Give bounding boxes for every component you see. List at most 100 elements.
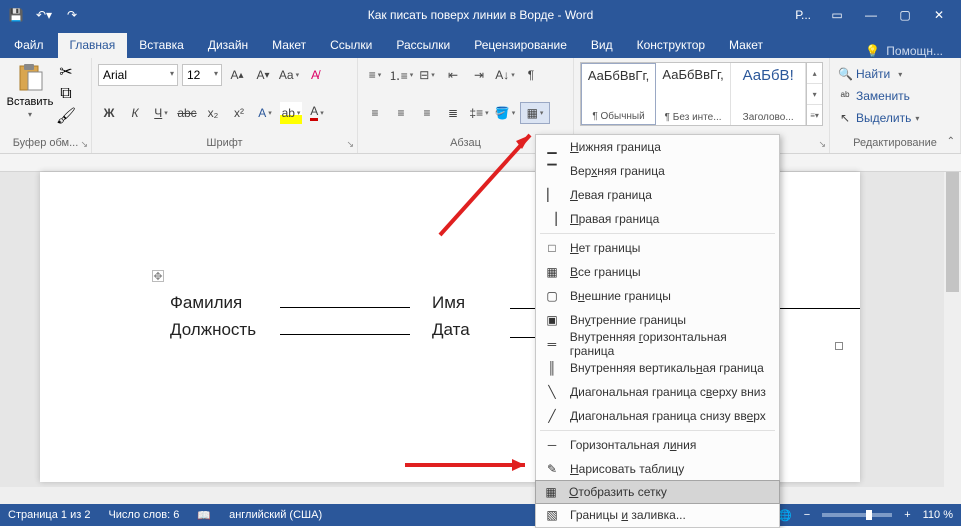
- font-launcher[interactable]: ↘: [346, 139, 354, 150]
- tab-references[interactable]: Ссылки: [318, 33, 384, 58]
- align-right-button[interactable]: ≡: [416, 102, 438, 124]
- strike-button[interactable]: abc: [176, 102, 198, 124]
- border-menu-item[interactable]: ▔Верхняя граница: [536, 159, 779, 183]
- format-painter-button[interactable]: 🖌: [56, 106, 76, 126]
- indent-button[interactable]: ⇥: [468, 64, 490, 86]
- border-menu-item[interactable]: ▁Нижняя граница: [536, 135, 779, 159]
- styles-more[interactable]: ≡▾: [807, 105, 822, 125]
- border-menu-item[interactable]: ▢Внешние границы: [536, 284, 779, 308]
- tab-tools-layout[interactable]: Макет: [717, 33, 775, 58]
- zoom-in-button[interactable]: +: [904, 509, 910, 521]
- multilevel-button[interactable]: ⊟: [416, 64, 438, 86]
- word-count[interactable]: Число слов: 6: [108, 509, 179, 521]
- border-menu-item[interactable]: ▦Все границы: [536, 260, 779, 284]
- border-menu-item[interactable]: ▧Границы и заливка...: [536, 503, 779, 527]
- subscript-button[interactable]: x₂: [202, 102, 224, 124]
- collapse-ribbon-icon[interactable]: ⌃: [947, 136, 955, 147]
- replace-button[interactable]: ᵃᵇЗаменить: [836, 86, 954, 106]
- bold-button[interactable]: Ж: [98, 102, 120, 124]
- input-line[interactable]: [280, 317, 410, 335]
- page-indicator[interactable]: Страница 1 из 2: [8, 509, 90, 521]
- align-center-button[interactable]: ≡: [390, 102, 412, 124]
- paste-button[interactable]: Вставить ▾: [6, 62, 54, 119]
- border-menu-item[interactable]: ✎Нарисовать таблицу: [536, 457, 779, 481]
- underline-button[interactable]: Ч: [150, 102, 172, 124]
- line-spacing-button[interactable]: ‡≡: [468, 102, 490, 124]
- highlight-button[interactable]: ab: [280, 102, 302, 124]
- grow-font-button[interactable]: A▴: [226, 64, 248, 86]
- language-indicator[interactable]: английский (США): [229, 509, 322, 521]
- minimize-icon[interactable]: —: [863, 7, 879, 23]
- styles-launcher[interactable]: ↘: [818, 139, 826, 150]
- style-heading[interactable]: АаБбВ! Заголово...: [731, 63, 806, 125]
- tell-me[interactable]: 💡 Помощн...: [865, 44, 961, 58]
- style-nospace[interactable]: АаБбВвГг, ¶ Без инте...: [656, 63, 731, 125]
- border-menu-item[interactable]: ▦Отобразить сетку: [535, 480, 780, 504]
- border-menu-item[interactable]: ▣Внутренние границы: [536, 308, 779, 332]
- weblayout-icon[interactable]: 🌐: [778, 509, 792, 522]
- border-menu-item[interactable]: ═Внутренняя горизонтальная граница: [536, 332, 779, 356]
- clear-format-button[interactable]: A̸: [304, 64, 326, 86]
- tab-design[interactable]: Дизайн: [196, 33, 260, 58]
- text-effects-button[interactable]: A: [254, 102, 276, 124]
- numbering-button[interactable]: ⒈≡: [390, 64, 412, 86]
- tab-tools-design[interactable]: Конструктор: [625, 33, 717, 58]
- clipboard-launcher[interactable]: ↘: [80, 139, 88, 150]
- find-button[interactable]: 🔍Найти▾: [836, 64, 954, 84]
- tab-insert[interactable]: Вставка: [127, 33, 196, 58]
- save-icon[interactable]: 💾: [8, 7, 24, 23]
- borders-button[interactable]: ▦: [520, 102, 550, 124]
- border-menu-item[interactable]: ║Внутренняя вертикальная граница: [536, 356, 779, 380]
- shrink-font-button[interactable]: A▾: [252, 64, 274, 86]
- cut-button[interactable]: ✂: [56, 62, 76, 82]
- spellcheck-icon[interactable]: 📖: [197, 509, 211, 522]
- border-menu-item[interactable]: ─Горизонтальная линия: [536, 433, 779, 457]
- justify-button[interactable]: ≣: [442, 102, 464, 124]
- table-anchor-icon[interactable]: ✥: [152, 270, 164, 282]
- styles-gallery[interactable]: АаБбВвГг, ¶ Обычный АаБбВвГг, ¶ Без инте…: [580, 62, 823, 126]
- redo-icon[interactable]: ↷: [64, 7, 80, 23]
- tab-mailings[interactable]: Рассылки: [384, 33, 462, 58]
- change-case-button[interactable]: Aa: [278, 64, 300, 86]
- zoom-level[interactable]: 110 %: [923, 509, 953, 521]
- horizontal-ruler[interactable]: [0, 154, 961, 172]
- undo-icon[interactable]: ↶▾: [36, 7, 52, 23]
- show-marks-button[interactable]: ¶: [520, 64, 542, 86]
- zoom-slider[interactable]: [822, 513, 892, 517]
- ribbon-options-icon[interactable]: ▭: [829, 7, 845, 23]
- resize-handle[interactable]: [835, 342, 843, 350]
- style-normal[interactable]: АаБбВвГг, ¶ Обычный: [581, 63, 656, 125]
- vertical-scrollbar[interactable]: [944, 172, 961, 504]
- styles-down[interactable]: ▾: [807, 84, 822, 105]
- tab-file[interactable]: Файл: [0, 33, 58, 58]
- font-size-combo[interactable]: 12▾: [182, 64, 222, 86]
- outdent-button[interactable]: ⇤: [442, 64, 464, 86]
- tab-layout[interactable]: Макет: [260, 33, 318, 58]
- font-color-button[interactable]: A: [306, 102, 328, 124]
- sort-button[interactable]: A↓: [494, 64, 516, 86]
- user-badge[interactable]: Р...: [795, 8, 811, 22]
- copy-button[interactable]: ⧉: [56, 84, 76, 104]
- shading-button[interactable]: 🪣: [494, 102, 516, 124]
- font-name-combo[interactable]: Arial▾: [98, 64, 178, 86]
- close-icon[interactable]: ✕: [931, 7, 947, 23]
- border-menu-item[interactable]: ╱Диагональная граница снизу вверх: [536, 404, 779, 428]
- tab-home[interactable]: Главная: [58, 33, 128, 58]
- tab-review[interactable]: Рецензирование: [462, 33, 579, 58]
- maximize-icon[interactable]: ▢: [897, 7, 913, 23]
- select-button[interactable]: ↖Выделить▾: [836, 108, 954, 128]
- border-menu-item[interactable]: ▕Правая граница: [536, 207, 779, 231]
- input-line[interactable]: [280, 290, 410, 308]
- zoom-out-button[interactable]: −: [804, 509, 810, 521]
- document-content[interactable]: Фамилия Имя Должность Дата: [170, 290, 486, 344]
- bullets-button[interactable]: ≡: [364, 64, 386, 86]
- border-menu-item[interactable]: □Нет границы: [536, 236, 779, 260]
- tab-view[interactable]: Вид: [579, 33, 625, 58]
- border-menu-item[interactable]: ╲Диагональная граница сверху вниз: [536, 380, 779, 404]
- italic-button[interactable]: К: [124, 102, 146, 124]
- superscript-button[interactable]: x²: [228, 102, 250, 124]
- styles-up[interactable]: ▴: [807, 63, 822, 84]
- align-left-button[interactable]: ≡: [364, 102, 386, 124]
- horizontal-scrollbar[interactable]: [0, 487, 944, 504]
- border-menu-item[interactable]: ▏Левая граница: [536, 183, 779, 207]
